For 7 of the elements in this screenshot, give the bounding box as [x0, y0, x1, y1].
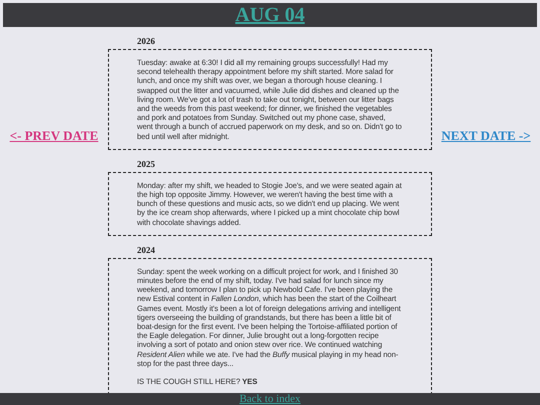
- prev-date-link[interactable]: <- PREV DATE: [10, 128, 98, 144]
- year-heading: 2025: [137, 158, 155, 169]
- date-title[interactable]: AUG 04: [235, 4, 305, 26]
- year-heading: 2026: [137, 36, 155, 46]
- next-date-link[interactable]: NEXT DATE ->: [441, 128, 531, 144]
- back-to-index-link[interactable]: Back to index: [239, 393, 301, 405]
- year-heading: 2024: [137, 244, 155, 255]
